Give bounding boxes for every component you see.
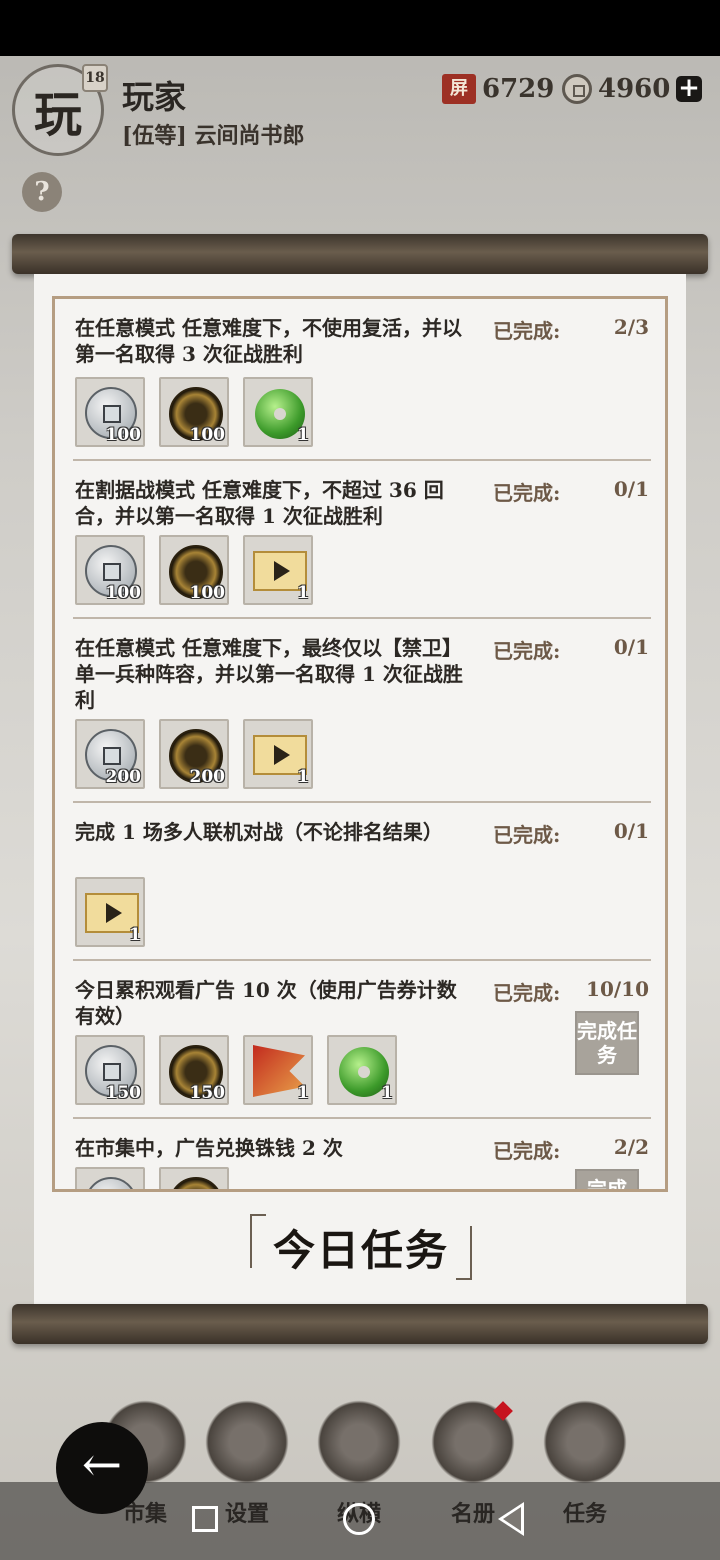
reward-qty: 150 <box>189 1083 226 1103</box>
reward-slot[interactable]: 1 <box>327 1035 397 1105</box>
task-item: 今日累积观看广告 10 次（使用广告券计数有效） 已完成: 10/10 完成任务… <box>73 961 651 1119</box>
player-name: 玩家 <box>122 78 187 116</box>
screen-token-icon: 屏 <box>442 74 476 104</box>
task-progress: 10/10 <box>586 977 649 1001</box>
task-item: 完成 1 场多人联机对战（不论排名结果） 已完成: 0/1 1 <box>73 803 651 961</box>
reward-qty: 150 <box>105 1083 142 1103</box>
reward-list: 100 100 1 <box>75 377 313 447</box>
task-item: 在任意模式 任意难度下，最终仅以【禁卫】单一兵种阵容，并以第一名取得 1 次征战… <box>73 619 651 803</box>
task-description: 今日累积观看广告 10 次（使用广告券计数有效） <box>75 978 457 1028</box>
task-status-label: 已完成: <box>493 1139 561 1163</box>
currency-coins-value: 4960 <box>598 74 671 104</box>
task-item: 在割据战模式 任意难度下，不超过 36 回合，并以第一名取得 1 次征战胜利 已… <box>73 461 651 619</box>
reward-list: 150 150 1 1 <box>75 1035 397 1105</box>
reward-qty: 100 <box>105 425 142 445</box>
reward-qty: 1 <box>297 767 309 787</box>
reward-slot[interactable]: 1 <box>243 377 313 447</box>
reward-qty: 200 <box>105 767 142 787</box>
reward-qty: 100 <box>189 425 226 445</box>
task-status-label: 已完成: <box>493 823 561 847</box>
reward-slot[interactable]: 200 <box>75 719 145 789</box>
home-nav-button[interactable] <box>343 1503 375 1535</box>
reward-qty: 1 <box>381 1083 393 1103</box>
daily-tasks-title: 今日任务 <box>250 1214 472 1280</box>
copper-coin-icon <box>562 74 592 104</box>
help-button[interactable]: ? <box>22 172 62 212</box>
task-status-label: 已完成: <box>493 981 561 1005</box>
reward-qty: 100 <box>189 583 226 603</box>
reward-qty: 1 <box>297 425 309 445</box>
player-level-badge: 18 <box>82 64 108 92</box>
player-rank-title: [伍等] 云间尚书郎 <box>122 123 305 149</box>
task-description: 完成 1 场多人联机对战（不论排名结果） <box>75 820 443 844</box>
reward-slot[interactable]: 200 <box>159 719 229 789</box>
scroll-rod-top <box>12 234 708 274</box>
reward-slot[interactable] <box>75 1167 145 1189</box>
task-status-label: 已完成: <box>493 319 561 343</box>
reward-slot[interactable]: 100 <box>159 535 229 605</box>
task-description: 在割据战模式 任意难度下，不超过 36 回合，并以第一名取得 1 次征战胜利 <box>75 478 444 528</box>
reward-qty: 1 <box>297 1083 309 1103</box>
task-status-label: 已完成: <box>493 481 561 505</box>
reward-qty: 1 <box>297 583 309 603</box>
currency-primary-value: 6729 <box>482 74 555 104</box>
reward-slot[interactable]: 100 <box>75 535 145 605</box>
task-status-label: 已完成: <box>493 639 561 663</box>
task-item: 在任意模式 任意难度下，不使用复活，并以第一名取得 3 次征战胜利 已完成: 2… <box>73 299 651 461</box>
back-nav-button[interactable] <box>498 1502 524 1536</box>
reward-slot[interactable]: 1 <box>243 1035 313 1105</box>
gold-coin-icon <box>169 1177 223 1189</box>
reward-slot[interactable]: 150 <box>159 1035 229 1105</box>
task-completed-stamp: 完成任务 <box>575 1011 639 1075</box>
reward-slot[interactable]: 1 <box>75 877 145 947</box>
add-currency-button[interactable]: + <box>676 75 702 102</box>
task-completed-stamp: 完成 <box>575 1169 639 1189</box>
reward-qty: 1 <box>129 925 141 945</box>
reward-list: 100 100 1 <box>75 535 313 605</box>
task-progress: 0/1 <box>613 819 649 843</box>
task-item: 在市集中，广告兑换铢钱 2 次 已完成: 2/2 完成 <box>73 1119 651 1189</box>
back-arrow-icon: ← <box>81 1437 123 1493</box>
task-list[interactable]: 在任意模式 任意难度下，不使用复活，并以第一名取得 3 次征战胜利 已完成: 2… <box>52 296 668 1192</box>
reward-slot[interactable]: 1 <box>243 719 313 789</box>
task-progress: 0/1 <box>613 477 649 501</box>
settings-icon <box>205 1400 289 1484</box>
currency-primary: 屏 6729 <box>442 74 554 104</box>
reward-slot[interactable]: 100 <box>75 377 145 447</box>
task-description: 在市集中，广告兑换铢钱 2 次 <box>75 1136 343 1160</box>
silver-coin-icon <box>85 1177 137 1189</box>
task-progress: 2/2 <box>613 1135 649 1159</box>
scroll-rod-bottom <box>12 1304 708 1344</box>
back-button[interactable]: ← <box>56 1422 148 1514</box>
reward-list <box>75 1167 229 1189</box>
task-progress: 0/1 <box>613 635 649 659</box>
task-description: 在任意模式 任意难度下，不使用复活，并以第一名取得 3 次征战胜利 <box>75 316 462 366</box>
reward-slot[interactable]: 1 <box>243 535 313 605</box>
reward-qty: 200 <box>189 767 226 787</box>
reward-list: 200 200 1 <box>75 719 313 789</box>
task-progress: 2/3 <box>613 315 649 339</box>
reward-slot[interactable]: 100 <box>159 377 229 447</box>
currency-coins: 4960 <box>562 74 670 104</box>
reward-slot[interactable] <box>159 1167 229 1189</box>
avatar-char: 玩 <box>33 87 82 143</box>
reward-list: 1 <box>75 877 145 947</box>
book-icon <box>317 1400 401 1484</box>
reward-qty: 100 <box>105 583 142 603</box>
reward-slot[interactable]: 150 <box>75 1035 145 1105</box>
status-bar <box>0 0 720 56</box>
scroll-icon <box>543 1400 627 1484</box>
task-description: 在任意模式 任意难度下，最终仅以【禁卫】单一兵种阵容，并以第一名取得 1 次征战… <box>75 636 463 712</box>
recents-nav-button[interactable] <box>192 1506 218 1532</box>
